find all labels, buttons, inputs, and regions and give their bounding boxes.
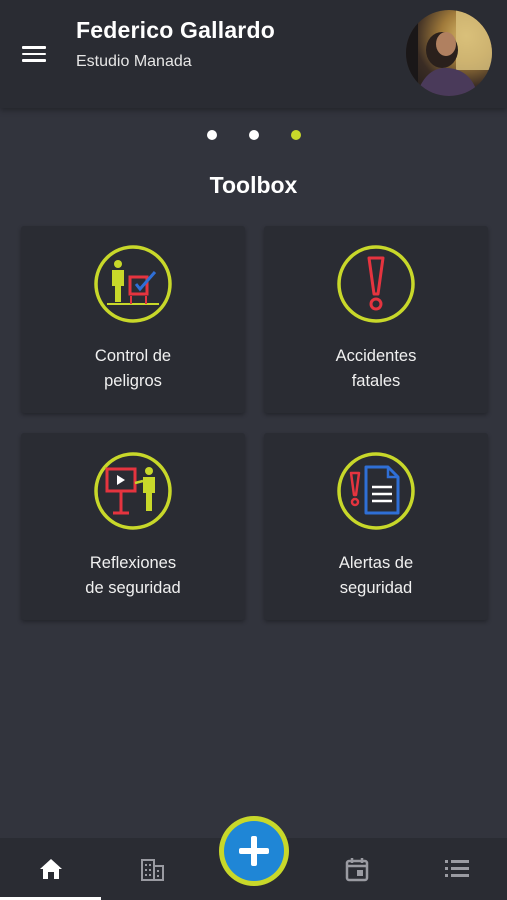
add-button[interactable] — [219, 816, 289, 886]
carousel-dot-2[interactable] — [248, 130, 259, 140]
section-title: Toolbox — [209, 172, 298, 198]
card-alertas-de-seguridad[interactable]: Alertas de seguridad — [264, 433, 488, 620]
nav-home[interactable] — [0, 838, 101, 900]
hazard-control-icon — [93, 244, 173, 324]
card-label: Accidentes fatales — [335, 347, 417, 390]
card-label: Reflexiones de seguridad — [85, 554, 181, 597]
presentation-icon — [93, 451, 173, 531]
card-accidentes-fatales[interactable]: Accidentes fatales — [264, 226, 488, 413]
calendar-icon — [345, 858, 368, 882]
building-icon — [140, 859, 164, 881]
nav-list[interactable] — [406, 838, 507, 900]
carousel-indicators — [0, 130, 507, 140]
exclamation-icon — [336, 244, 416, 324]
alert-document-icon — [336, 451, 416, 531]
card-control-de-peligros[interactable]: Control de peligros — [21, 226, 245, 413]
home-icon — [39, 859, 62, 879]
hamburger-menu-icon[interactable] — [22, 40, 50, 68]
card-label: Alertas de seguridad — [338, 554, 414, 597]
carousel-dot-3[interactable] — [290, 130, 301, 140]
card-label: Control de peligros — [94, 347, 172, 390]
list-icon — [444, 860, 469, 877]
card-reflexiones-de-seguridad[interactable]: Reflexiones de seguridad — [21, 433, 245, 620]
avatar[interactable] — [406, 10, 492, 96]
nav-buildings[interactable] — [101, 838, 202, 900]
carousel-dot-1[interactable] — [206, 130, 217, 140]
app-header: Federico Gallardo Estudio Manada — [0, 0, 507, 108]
plus-icon — [239, 836, 269, 866]
user-name: Federico Gallardo — [76, 17, 275, 43]
organization-name: Estudio Manada — [76, 53, 192, 70]
nav-calendar[interactable] — [306, 838, 407, 900]
